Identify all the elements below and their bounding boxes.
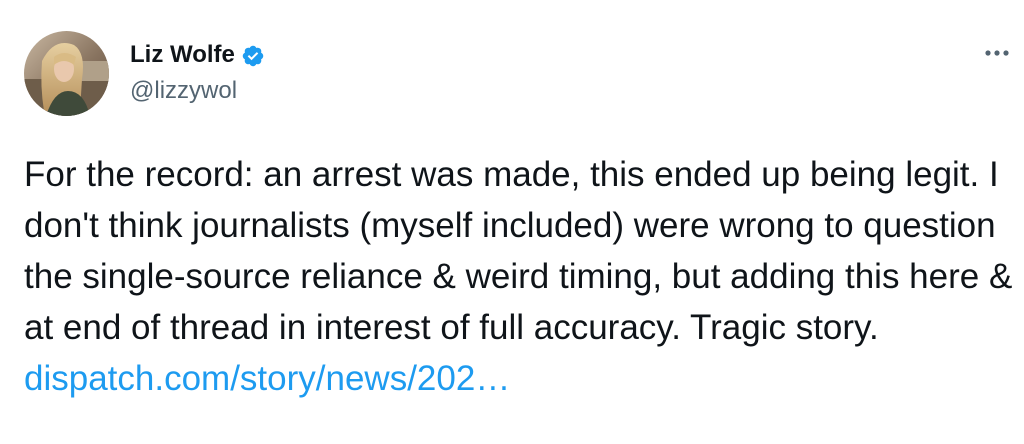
tweet-link[interactable]: dispatch.com/story/news/202… bbox=[24, 359, 510, 398]
author-handle[interactable]: @lizzywol bbox=[130, 76, 237, 106]
tweet-body: For the record: an arrest was made, this… bbox=[24, 155, 1013, 347]
tweet-card: Liz Wolfe @lizzywol For the record: an a… bbox=[0, 0, 1024, 444]
author-display-name[interactable]: Liz Wolfe bbox=[130, 40, 235, 70]
tweet-text: For the record: an arrest was made, this… bbox=[24, 149, 1014, 404]
author-name-row[interactable]: Liz Wolfe bbox=[130, 40, 265, 70]
verified-badge-icon bbox=[241, 44, 265, 68]
more-horizontal-icon bbox=[985, 50, 1009, 56]
avatar[interactable] bbox=[24, 31, 109, 116]
profile-photo-icon bbox=[24, 31, 109, 116]
more-options-button[interactable] bbox=[982, 41, 1012, 65]
